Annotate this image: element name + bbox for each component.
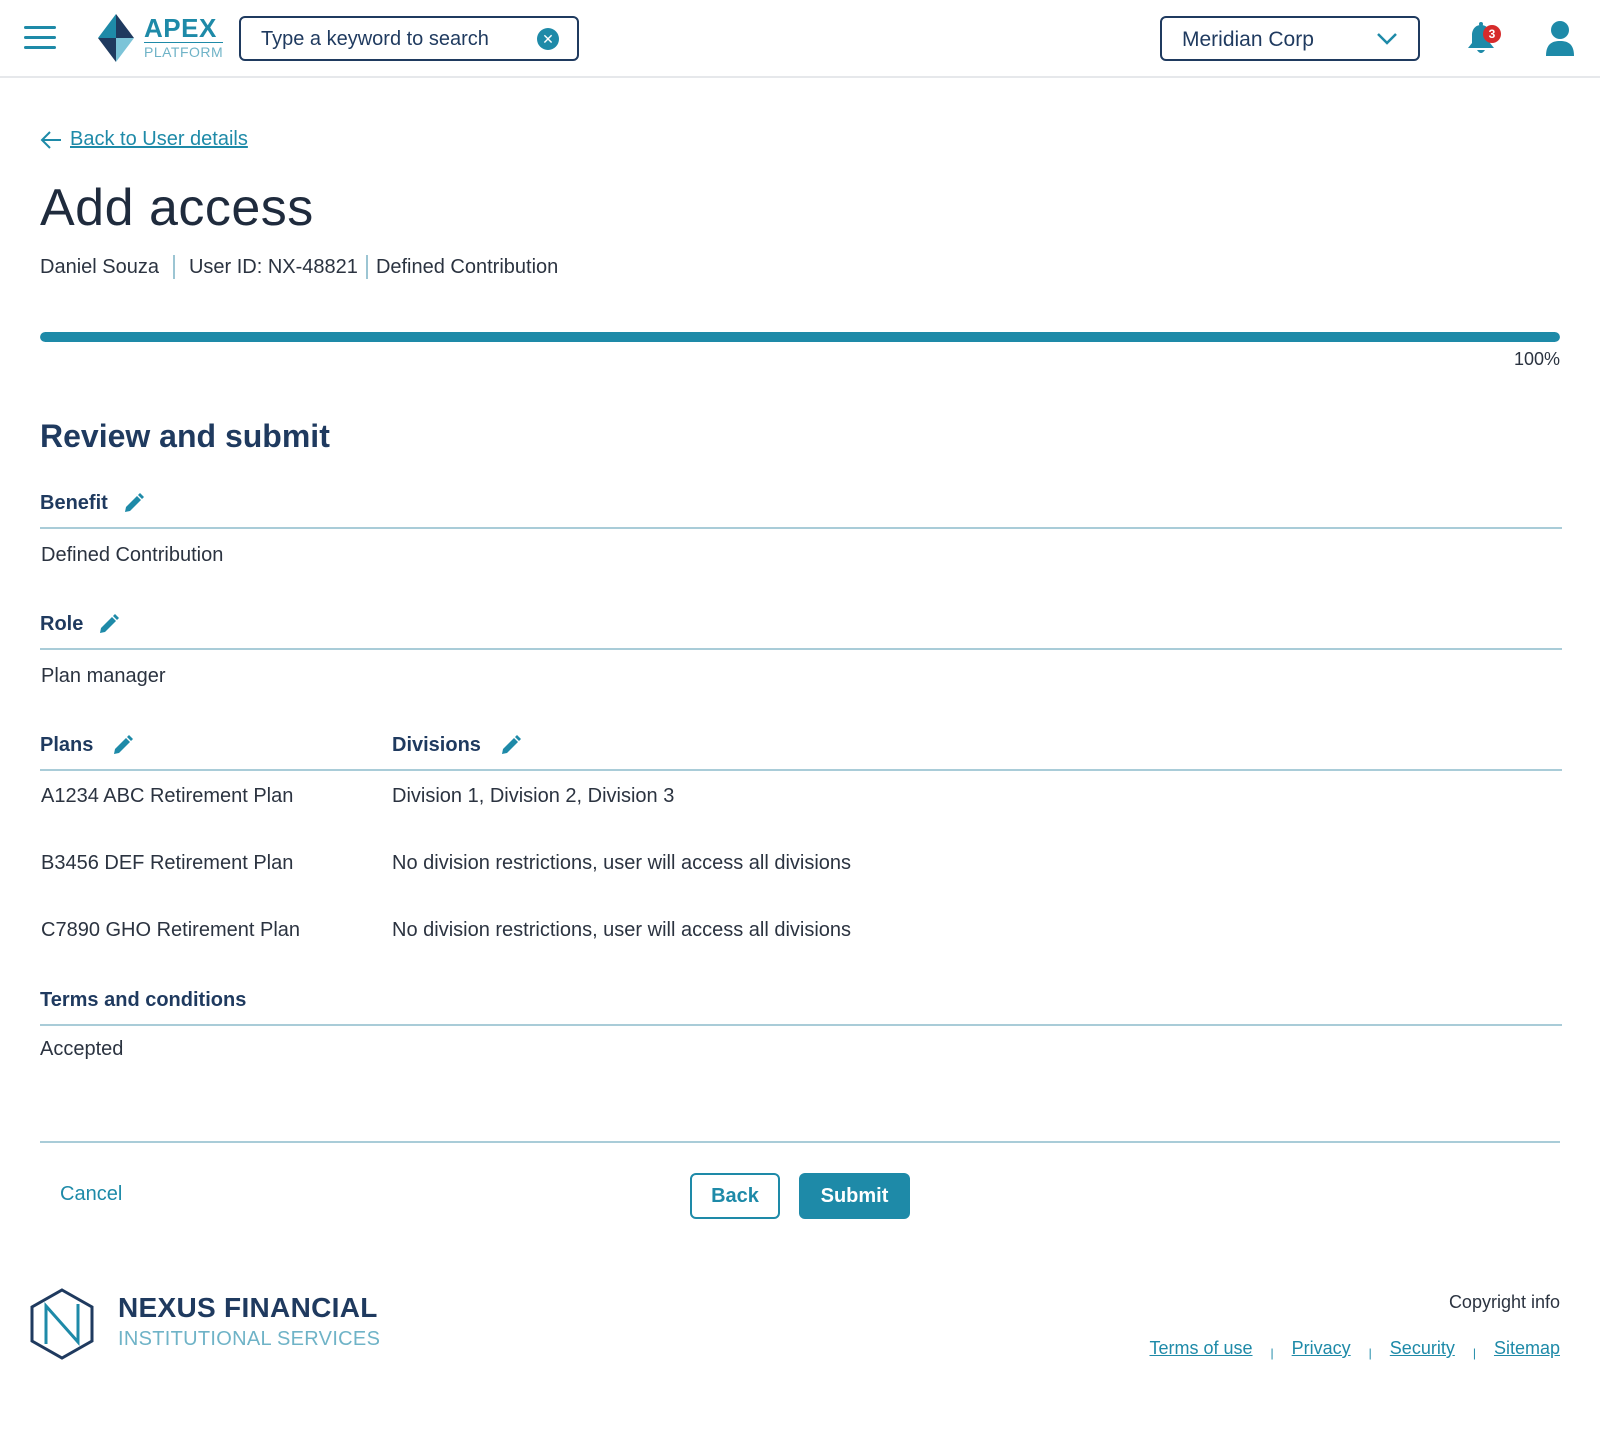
divider — [172, 255, 175, 279]
section-title: Review and submit — [40, 418, 330, 454]
footer-link-separator: | — [1368, 1345, 1372, 1360]
role-label-text: Role — [40, 613, 84, 635]
edit-benefit-pencil-icon[interactable] — [122, 492, 144, 515]
chevron-down-icon — [1377, 33, 1397, 45]
plan-name: A1234 ABC Retirement Plan — [41, 785, 294, 807]
arrow-left-icon — [40, 130, 61, 149]
top-navigation-bar: APEX PLATFORM Type a keyword to search ✕… — [0, 0, 1600, 78]
user-profile-icon[interactable] — [1545, 20, 1575, 56]
progress-percent: 100% — [1513, 349, 1560, 369]
copyright-text: Copyright info — [1448, 1292, 1560, 1312]
footer-link-separator: | — [1270, 1345, 1274, 1360]
footer-link-separator: | — [1472, 1345, 1476, 1360]
footer-brand-tagline: INSTITUTIONAL SERVICES — [118, 1328, 381, 1350]
progress-fill — [40, 332, 1560, 342]
user-name: Daniel Souza — [40, 255, 159, 278]
plan-name: B3456 DEF Retirement Plan — [41, 852, 294, 874]
footer-link-sitemap[interactable]: Sitemap — [1494, 1338, 1560, 1359]
divider — [40, 648, 1562, 650]
apex-logo[interactable]: APEX PLATFORM — [144, 13, 224, 60]
divider — [40, 1024, 1562, 1026]
search-placeholder: Type a keyword to search — [261, 28, 489, 50]
footer-link-security[interactable]: Security — [1390, 1338, 1455, 1359]
edit-plans-pencil-icon[interactable] — [111, 734, 134, 757]
footer-link-privacy[interactable]: Privacy — [1292, 1338, 1351, 1359]
benefit-label: Benefit — [40, 492, 144, 515]
plans-label-text: Plans — [40, 734, 94, 756]
edit-role-pencil-icon[interactable] — [97, 613, 120, 636]
edit-divisions-pencil-icon[interactable] — [499, 734, 521, 757]
footer-brand-name: NEXUS FINANCIAL — [118, 1292, 378, 1323]
terms-label-text: Terms and conditions — [40, 989, 247, 1011]
footer-brand: NEXUS FINANCIAL INSTITUTIONAL SERVICES — [118, 1292, 380, 1351]
progress-bar — [40, 332, 1560, 342]
plan-divisions: Division 1, Division 2, Division 3 — [392, 785, 675, 807]
divider — [40, 527, 1562, 529]
divider — [40, 769, 1562, 771]
logo-subtitle: PLATFORM — [144, 42, 224, 60]
nexus-logo-icon — [30, 1288, 94, 1360]
divider — [40, 1141, 1560, 1143]
submit-button[interactable]: Submit — [799, 1173, 910, 1219]
organization-select[interactable]: Meridian Corp — [1160, 16, 1420, 61]
footer-links: Terms of use | Privacy | Security | Site… — [1149, 1338, 1560, 1360]
cancel-button[interactable]: Cancel — [60, 1183, 122, 1206]
role-label: Role — [40, 613, 120, 636]
user-id: User ID: NX-48821 — [188, 255, 358, 278]
back-to-user-details-link[interactable]: Back to User details — [40, 128, 248, 151]
terms-value: Accepted — [40, 1038, 124, 1060]
organization-selected-value: Meridian Corp — [1182, 28, 1314, 51]
role-value: Plan manager — [41, 665, 166, 687]
footer-link-terms-of-use[interactable]: Terms of use — [1149, 1338, 1252, 1359]
divisions-label: Divisions — [392, 734, 521, 757]
user-summary: Daniel Souza User ID: NX-48821 Defined C… — [40, 255, 558, 279]
plans-label: Plans — [40, 734, 134, 757]
hamburger-menu-icon[interactable] — [24, 26, 56, 50]
apex-logo-icon — [98, 14, 134, 62]
search-input[interactable]: Type a keyword to search ✕ — [239, 16, 579, 61]
notification-count-badge: 3 — [1483, 25, 1501, 43]
page-title: Add access — [40, 179, 314, 237]
benefit-label-text: Benefit — [40, 492, 108, 514]
user-benefit: Defined Contribution — [375, 255, 559, 278]
benefit-value: Defined Contribution — [41, 544, 224, 566]
plan-name: C7890 GHO Retirement Plan — [41, 919, 301, 941]
plan-divisions: No division restrictions, user will acce… — [392, 852, 852, 874]
terms-label: Terms and conditions — [40, 989, 246, 1012]
clear-search-icon[interactable]: ✕ — [537, 28, 559, 50]
back-link-label: Back to User details — [70, 128, 248, 150]
plan-divisions: No division restrictions, user will acce… — [392, 919, 852, 941]
divisions-label-text: Divisions — [392, 734, 481, 756]
back-button[interactable]: Back — [690, 1173, 780, 1219]
divider — [365, 255, 368, 279]
logo-title: APEX — [144, 13, 217, 43]
